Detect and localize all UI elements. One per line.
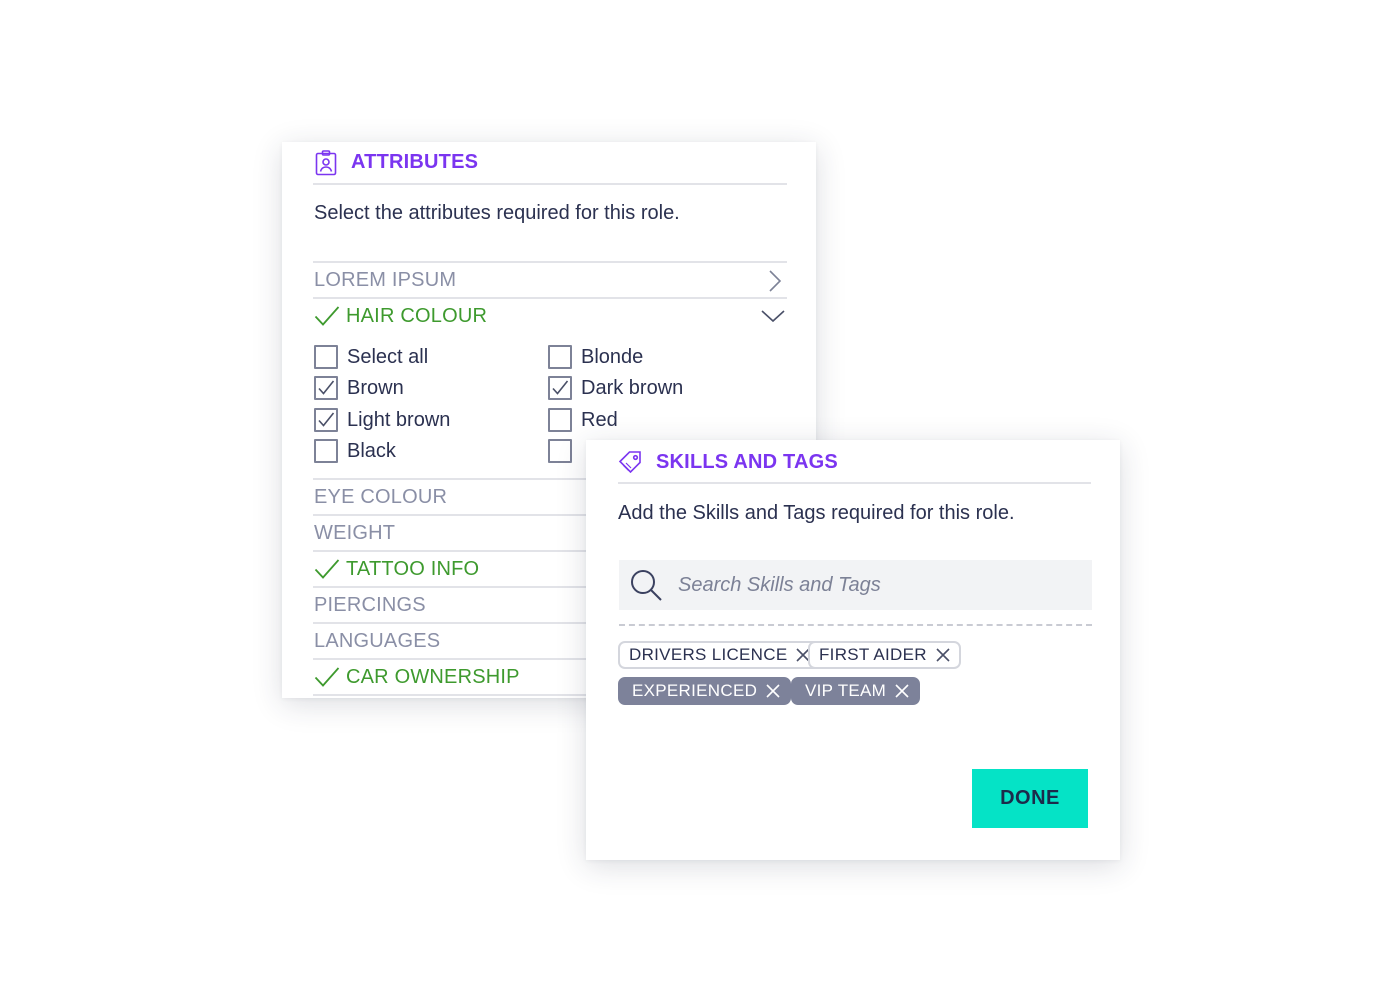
chevron-right-icon[interactable] <box>761 269 785 293</box>
tag-label: FIRST AIDER <box>819 645 927 664</box>
tag-first-aider: FIRST AIDER <box>808 641 961 669</box>
check-icon <box>314 305 340 327</box>
checkbox-blonde[interactable]: Blonde <box>548 343 643 371</box>
id-badge-icon <box>313 149 339 176</box>
checkbox-label: Black <box>347 439 396 462</box>
close-icon[interactable] <box>765 683 781 699</box>
checkbox-label: Red <box>581 408 618 431</box>
tag-icon <box>618 449 644 475</box>
checkbox-label: Select all <box>347 345 429 368</box>
section-label: EYE COLOUR <box>314 485 448 508</box>
skills-title: SKILLS AND TAGS <box>656 450 838 473</box>
done-button[interactable]: DONE <box>972 769 1088 828</box>
tag-label: DRIVERS LICENCE <box>629 645 788 664</box>
tag-vip-team: VIP TEAM <box>791 677 921 705</box>
checkbox-unchecked[interactable] <box>314 345 338 369</box>
search-icon <box>629 568 663 602</box>
checkbox-other[interactable] <box>548 437 581 465</box>
checkbox-unchecked[interactable] <box>548 345 572 369</box>
section-label: TATTOO INFO <box>346 557 480 580</box>
checkbox-brown[interactable]: Brown <box>314 374 404 402</box>
tag-label: VIP TEAM <box>805 681 887 700</box>
checkbox-unchecked[interactable] <box>548 408 572 432</box>
checkbox-select-all[interactable]: Select all <box>314 343 428 371</box>
section-label: WEIGHT <box>314 521 396 544</box>
checkbox-label: Brown <box>347 376 404 399</box>
checkbox-checked[interactable] <box>314 408 338 432</box>
checkbox-black[interactable]: Black <box>314 437 396 465</box>
tag-drivers-licence: DRIVERS LICENCE <box>618 641 822 669</box>
skills-header: SKILLS AND TAGS <box>618 442 1091 484</box>
checkbox-unchecked[interactable] <box>314 439 338 463</box>
check-icon <box>314 558 340 580</box>
attributes-description: Select the attributes required for this … <box>314 202 680 224</box>
checkbox-dark-brown[interactable]: Dark brown <box>548 374 683 402</box>
search-input[interactable] <box>678 573 1092 597</box>
checkbox-label: Light brown <box>347 408 451 431</box>
section-label: HAIR COLOUR <box>346 304 488 327</box>
checkbox-label: Dark brown <box>581 376 684 399</box>
checkbox-unchecked[interactable] <box>548 439 572 463</box>
checkbox-red[interactable]: Red <box>548 406 618 434</box>
checkbox-label: Blonde <box>581 345 644 368</box>
check-icon <box>314 666 340 688</box>
checkbox-checked[interactable] <box>314 376 338 400</box>
checkbox-checked[interactable] <box>548 376 572 400</box>
tag-experienced: EXPERIENCED <box>618 677 792 705</box>
skills-and-tags-panel: SKILLS AND TAGS Add the Skills and Tags … <box>586 440 1120 860</box>
close-icon[interactable] <box>935 647 951 663</box>
section-label: CAR OWNERSHIP <box>346 665 520 688</box>
chevron-down-icon[interactable] <box>761 305 785 329</box>
section-lorem-ipsum[interactable]: LOREM IPSUM <box>313 261 787 297</box>
close-icon[interactable] <box>894 683 910 699</box>
section-hair-colour[interactable]: HAIR COLOUR <box>313 297 787 333</box>
attributes-header: ATTRIBUTES <box>313 142 787 185</box>
skills-description: Add the Skills and Tags required for thi… <box>618 502 1015 524</box>
section-label: PIERCINGS <box>314 593 426 616</box>
dashed-divider <box>619 624 1092 626</box>
section-label: LOREM IPSUM <box>314 268 457 291</box>
section-label: LANGUAGES <box>314 629 441 652</box>
attributes-title: ATTRIBUTES <box>351 151 479 173</box>
search-bar[interactable] <box>619 560 1092 610</box>
checkbox-light-brown[interactable]: Light brown <box>314 406 450 434</box>
tag-label: EXPERIENCED <box>632 681 758 700</box>
